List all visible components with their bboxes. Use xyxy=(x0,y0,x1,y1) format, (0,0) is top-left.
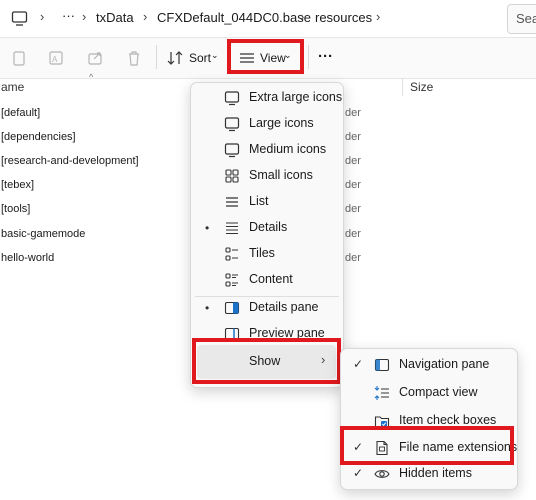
list-icon xyxy=(226,197,238,207)
menu-item-label: Large icons xyxy=(249,116,314,130)
svg-text:A: A xyxy=(52,55,58,64)
menu-item-medium-icons[interactable]: Medium icons xyxy=(191,137,343,163)
menu-item-list[interactable]: List xyxy=(191,189,343,215)
menu-item-details-pane[interactable]: • Details pane xyxy=(191,295,343,321)
menu-item-label: Tiles xyxy=(249,246,275,260)
rename-icon[interactable]: A xyxy=(48,49,66,67)
file-row-name[interactable]: [research-and-development] xyxy=(1,155,139,167)
search-box[interactable]: Sea xyxy=(507,4,536,34)
search-placeholder: Sea xyxy=(516,11,536,26)
menu-item-label: List xyxy=(249,194,269,208)
breadcrumb-txdata[interactable]: txData xyxy=(96,10,134,25)
submenu-item-navigation-pane[interactable]: ✓ Navigation pane xyxy=(341,352,517,378)
file-row-type: der xyxy=(345,131,361,143)
selected-bullet: • xyxy=(205,221,210,235)
sort-button[interactable]: Sort xyxy=(189,51,211,65)
monitor-icon xyxy=(224,117,240,132)
delete-icon[interactable] xyxy=(125,49,143,67)
menu-item-label: Details xyxy=(249,220,288,234)
toolbar-separator xyxy=(308,45,309,69)
column-header-name[interactable]: ame xyxy=(1,80,24,94)
menu-item-extra-large-icons[interactable]: Extra large icons xyxy=(191,85,343,111)
navigation-pane-icon xyxy=(374,358,390,372)
show-submenu: ✓ Navigation pane Compact view Item chec… xyxy=(340,348,518,490)
compact-view-icon xyxy=(374,386,389,400)
eye-icon xyxy=(374,470,390,478)
chevron-right-icon: › xyxy=(300,9,305,24)
file-row-name[interactable]: [tools] xyxy=(1,203,30,215)
menu-item-details[interactable]: • Details xyxy=(191,215,343,241)
menu-item-label: Content xyxy=(249,272,293,286)
monitor-icon xyxy=(224,143,240,158)
file-row-name[interactable]: [tebex] xyxy=(1,179,34,191)
show-highlight xyxy=(192,338,341,384)
address-bar: › ··· › txData › CFXDefault_044DC0.base … xyxy=(0,0,536,37)
file-row-type: der xyxy=(345,107,361,119)
sort-ascending-icon: ^ xyxy=(89,72,94,82)
toolbar-separator xyxy=(156,45,157,69)
copy-icon[interactable] xyxy=(10,49,28,67)
file-row-type: der xyxy=(345,252,361,264)
file-row-type: der xyxy=(345,203,361,215)
tiles-icon xyxy=(225,247,238,261)
monitor-icon xyxy=(224,91,240,106)
menu-item-content[interactable]: Content xyxy=(191,267,343,293)
file-row-name[interactable]: hello-world xyxy=(1,252,54,264)
chevron-right-icon: › xyxy=(82,9,87,24)
submenu-item-label: Hidden items xyxy=(399,466,472,480)
divider xyxy=(0,78,536,79)
chevron-right-icon: › xyxy=(143,9,148,24)
check-icon: ✓ xyxy=(353,357,364,371)
menu-item-large-icons[interactable]: Large icons xyxy=(191,111,343,137)
more-options-button[interactable]: ··· xyxy=(318,48,333,65)
file-row-type: der xyxy=(345,228,361,240)
breadcrumb-cfxdefault[interactable]: CFXDefault_044DC0.base xyxy=(157,10,311,25)
chevron-down-icon: ⌄ xyxy=(211,50,219,60)
submenu-item-compact-view[interactable]: Compact view xyxy=(341,380,517,406)
selected-bullet: • xyxy=(205,301,210,315)
breadcrumb-resources[interactable]: resources xyxy=(315,10,372,25)
view-button[interactable]: View xyxy=(260,51,286,65)
details-pane-icon xyxy=(224,301,240,315)
menu-item-small-icons[interactable]: Small icons xyxy=(191,163,343,189)
check-icon: ✓ xyxy=(353,466,364,480)
sort-icon[interactable] xyxy=(166,49,184,67)
menu-item-label: Medium icons xyxy=(249,142,327,156)
column-header-size[interactable]: Size xyxy=(410,80,433,94)
content-icon xyxy=(225,273,238,287)
details-icon xyxy=(226,222,238,235)
chevron-right-icon: › xyxy=(376,9,381,24)
view-icon[interactable] xyxy=(238,49,256,67)
file-row-name[interactable]: [default] xyxy=(1,107,40,119)
menu-item-label: Small icons xyxy=(249,168,313,182)
file-row-type: der xyxy=(345,179,361,191)
menu-item-label: Extra large icons xyxy=(249,90,343,104)
share-icon[interactable] xyxy=(87,49,105,67)
menu-item-tiles[interactable]: Tiles xyxy=(191,241,343,267)
file-row-type: der xyxy=(345,155,361,167)
submenu-item-label: Item check boxes xyxy=(399,413,497,427)
menu-item-label: Details pane xyxy=(249,300,319,314)
grid-icon xyxy=(225,169,239,183)
file-row-name[interactable]: basic-gamemode xyxy=(1,228,85,240)
column-separator xyxy=(402,78,403,96)
file-row-name[interactable]: [dependencies] xyxy=(1,131,76,143)
submenu-item-label: Compact view xyxy=(399,385,478,399)
file-name-extensions-highlight xyxy=(340,426,514,465)
submenu-item-label: Navigation pane xyxy=(399,357,490,371)
chevron-down-icon: ⌄ xyxy=(284,50,292,60)
more-breadcrumbs-button[interactable]: ··· xyxy=(62,8,75,23)
computer-icon[interactable] xyxy=(11,10,28,27)
chevron-right-icon: › xyxy=(40,9,45,24)
